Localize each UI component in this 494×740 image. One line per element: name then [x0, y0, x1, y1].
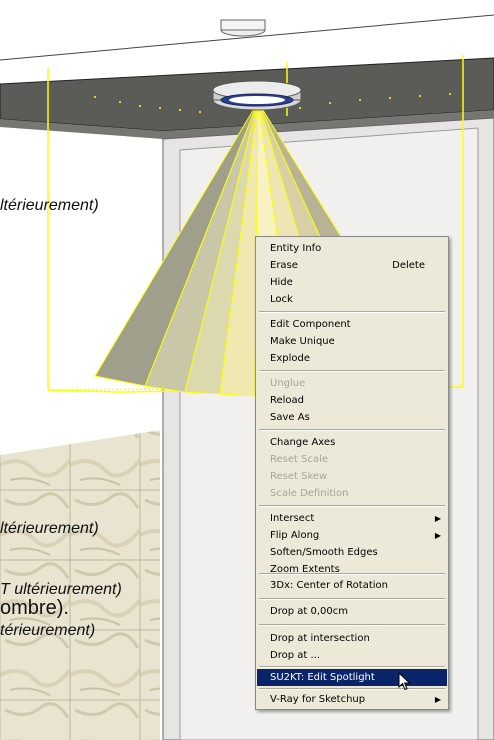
overlay-text-1: ltérieurement)	[0, 197, 99, 214]
menu-item-label: SU2KT: Edit Spotlight	[270, 672, 375, 683]
menu-item-label: Drop at ...	[270, 650, 320, 661]
context-menu: Entity Info Erase Delete Hide Lock Edit C…	[255, 236, 449, 710]
submenu-arrow-icon: ▶	[434, 695, 441, 704]
menu-item-unglue[interactable]: Unglue	[257, 375, 447, 392]
menu-separator	[259, 505, 445, 507]
menu-item-scale-definition[interactable]: Scale Definition	[257, 485, 447, 502]
menu-item-label: Reset Skew	[270, 471, 328, 482]
menu-item-label: Entity Info	[270, 243, 322, 254]
menu-separator	[259, 573, 445, 575]
menu-separator	[259, 429, 445, 431]
menu-separator	[259, 598, 445, 600]
menu-item-label: Make Unique	[270, 336, 335, 347]
menu-item-drop-at[interactable]: Drop at ...	[257, 647, 447, 664]
overlay-text-5: térieurement)	[0, 622, 96, 639]
menu-item-edit-component[interactable]: Edit Component	[257, 316, 447, 333]
overlay-text-2: ltérieurement)	[0, 520, 99, 537]
menu-item-label: Erase	[270, 260, 298, 271]
menu-item-save-as[interactable]: Save As	[257, 409, 447, 426]
menu-item-label: Explode	[270, 353, 310, 364]
menu-item-reset-scale[interactable]: Reset Scale	[257, 451, 447, 468]
menu-separator	[259, 311, 445, 313]
menu-item-reset-skew[interactable]: Reset Skew	[257, 468, 447, 485]
menu-item-intersect[interactable]: Intersect ▶	[257, 510, 447, 527]
menu-item-3dx-center-of-rotation[interactable]: 3Dx: Center of Rotation	[257, 577, 447, 594]
mouse-cursor-icon	[398, 672, 411, 691]
menu-item-drop-at-origin[interactable]: Drop at 0,00cm	[257, 603, 447, 620]
menu-separator	[259, 370, 445, 372]
menu-item-label: Change Axes	[270, 437, 336, 448]
overlay-text-4: ombre).	[0, 597, 69, 619]
menu-item-lock[interactable]: Lock	[257, 291, 447, 308]
menu-item-hide[interactable]: Hide	[257, 274, 447, 291]
menu-item-label: 3Dx: Center of Rotation	[270, 580, 389, 591]
ceiling-fixture-body	[220, 19, 266, 31]
menu-item-label: Drop at 0,00cm	[270, 606, 348, 617]
submenu-arrow-icon: ▶	[434, 531, 441, 540]
menu-item-change-axes[interactable]: Change Axes	[257, 434, 447, 451]
menu-item-label: V-Ray for Sketchup	[270, 694, 366, 705]
menu-shortcut: Delete	[392, 260, 425, 271]
menu-item-zoom-extents[interactable]: Zoom Extents	[257, 561, 447, 578]
menu-separator	[259, 666, 445, 668]
menu-item-label: Lock	[270, 294, 293, 305]
submenu-arrow-icon: ▶	[434, 514, 441, 523]
menu-item-erase[interactable]: Erase Delete	[257, 257, 447, 274]
menu-item-explode[interactable]: Explode	[257, 350, 447, 367]
menu-item-label: Drop at intersection	[270, 633, 370, 644]
menu-item-drop-at-intersection[interactable]: Drop at intersection	[257, 630, 447, 647]
menu-item-label: Hide	[270, 277, 293, 288]
menu-separator	[259, 624, 445, 626]
menu-item-reload[interactable]: Reload	[257, 392, 447, 409]
menu-item-label: Scale Definition	[270, 488, 349, 499]
menu-item-label: Flip Along	[270, 530, 320, 541]
menu-item-make-unique[interactable]: Make Unique	[257, 333, 447, 350]
menu-item-vray-for-sketchup[interactable]: V-Ray for Sketchup ▶	[257, 691, 447, 708]
menu-item-soften-smooth-edges[interactable]: Soften/Smooth Edges	[257, 544, 447, 561]
menu-item-flip-along[interactable]: Flip Along ▶	[257, 527, 447, 544]
menu-item-label: Unglue	[270, 378, 306, 389]
menu-item-entity-info[interactable]: Entity Info	[257, 240, 447, 257]
menu-item-label: Intersect	[270, 513, 315, 524]
menu-item-label: Edit Component	[270, 319, 351, 330]
menu-item-label: Save As	[270, 412, 310, 423]
menu-item-label: Reset Scale	[270, 454, 329, 465]
menu-separator	[259, 688, 445, 690]
menu-item-label: Soften/Smooth Edges	[270, 547, 378, 558]
spotlight-lens-inner	[229, 96, 285, 104]
menu-item-label: Reload	[270, 395, 305, 406]
menu-item-su2kt-edit-spotlight[interactable]: SU2KT: Edit Spotlight	[257, 669, 447, 686]
